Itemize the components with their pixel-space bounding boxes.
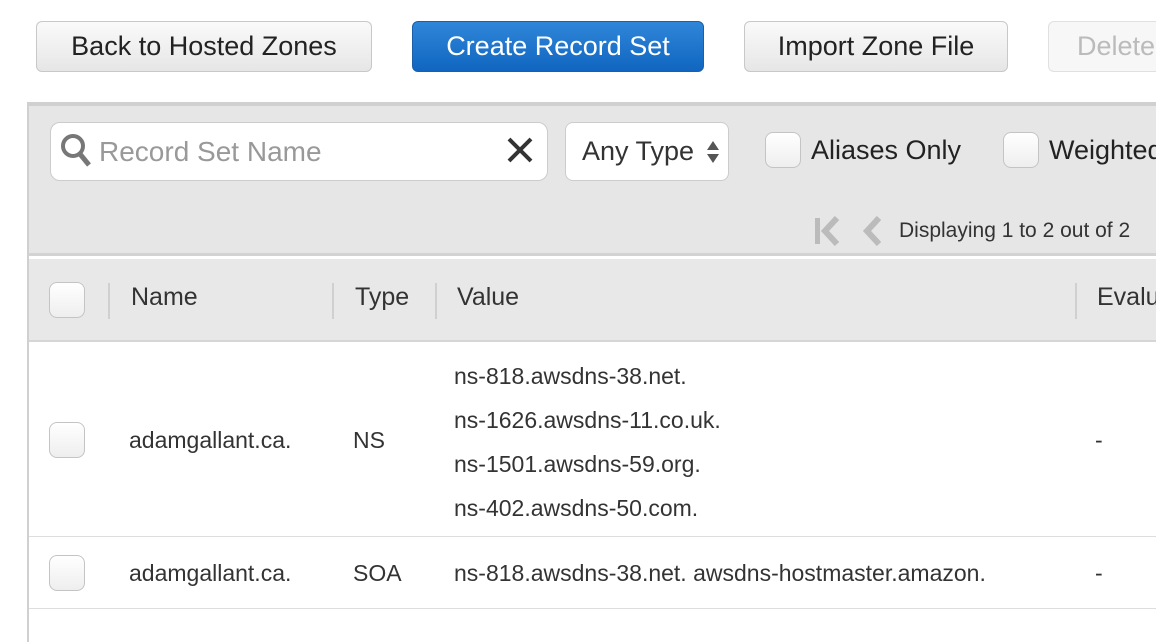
checkbox[interactable] <box>1003 132 1039 168</box>
delete-button[interactable]: Delete <box>1048 21 1156 72</box>
record-values: ns-818.awsdns-38.net. ns-1626.awsdns-11.… <box>454 354 721 530</box>
record-value: ns-402.awsdns-50.com. <box>454 495 699 521</box>
first-page-icon[interactable] <box>813 216 847 246</box>
import-zone-file-button[interactable]: Import Zone File <box>744 21 1008 72</box>
row-checkbox[interactable] <box>49 555 85 591</box>
type-select-value: Any Type <box>582 136 695 166</box>
table-row[interactable]: adamgallant.ca. SOA ns-818.awsdns-38.net… <box>29 537 1156 609</box>
column-name[interactable]: Name <box>131 283 198 312</box>
column-evaluate-target-health[interactable]: Evalu <box>1097 283 1156 312</box>
record-value: ns-818.awsdns-38.net. awsdns-hostmaster.… <box>454 560 986 586</box>
pagination: Displaying 1 to 2 out of 2 <box>813 216 1130 246</box>
type-select[interactable]: Any Type <box>565 122 729 181</box>
weighted-label: Weighted <box>1049 134 1156 165</box>
search-input[interactable]: Record Set Name <box>50 122 548 181</box>
table-header: Name Type Value Evalu <box>29 259 1156 342</box>
pagination-status: Displaying 1 to 2 out of 2 <box>899 219 1131 242</box>
clear-icon[interactable] <box>505 135 535 165</box>
record-type: SOA <box>353 560 402 586</box>
back-to-hosted-zones-button[interactable]: Back to Hosted Zones <box>36 21 372 72</box>
table-row[interactable]: adamgallant.ca. NS ns-818.awsdns-38.net.… <box>29 344 1156 537</box>
record-sets-panel: Record Set Name Any Type Aliases Only We… <box>27 102 1156 642</box>
record-type: NS <box>353 427 385 453</box>
row-checkbox[interactable] <box>49 422 85 458</box>
record-name: adamgallant.ca. <box>129 427 292 453</box>
search-placeholder: Record Set Name <box>99 135 322 167</box>
record-value: ns-818.awsdns-38.net. <box>454 363 687 389</box>
aliases-only-label: Aliases Only <box>811 134 962 165</box>
select-all-checkbox[interactable] <box>49 282 85 318</box>
weighted-checkbox[interactable]: Weighted <box>1003 132 1156 168</box>
filter-bar: Record Set Name Any Type Aliases Only We… <box>29 106 1156 256</box>
column-type[interactable]: Type <box>355 283 409 312</box>
sort-arrows-icon <box>707 141 719 163</box>
evaluate-health: - <box>1095 560 1103 586</box>
checkbox[interactable] <box>765 132 801 168</box>
record-name: adamgallant.ca. <box>129 560 292 586</box>
previous-page-icon[interactable] <box>861 216 885 246</box>
aliases-only-checkbox[interactable]: Aliases Only <box>765 132 961 168</box>
evaluate-health: - <box>1095 427 1103 453</box>
record-value: ns-1501.awsdns-59.org. <box>454 451 701 477</box>
search-icon <box>61 133 91 167</box>
record-value: ns-1626.awsdns-11.co.uk. <box>454 407 721 433</box>
column-value[interactable]: Value <box>457 283 519 312</box>
create-record-set-button[interactable]: Create Record Set <box>412 21 704 72</box>
